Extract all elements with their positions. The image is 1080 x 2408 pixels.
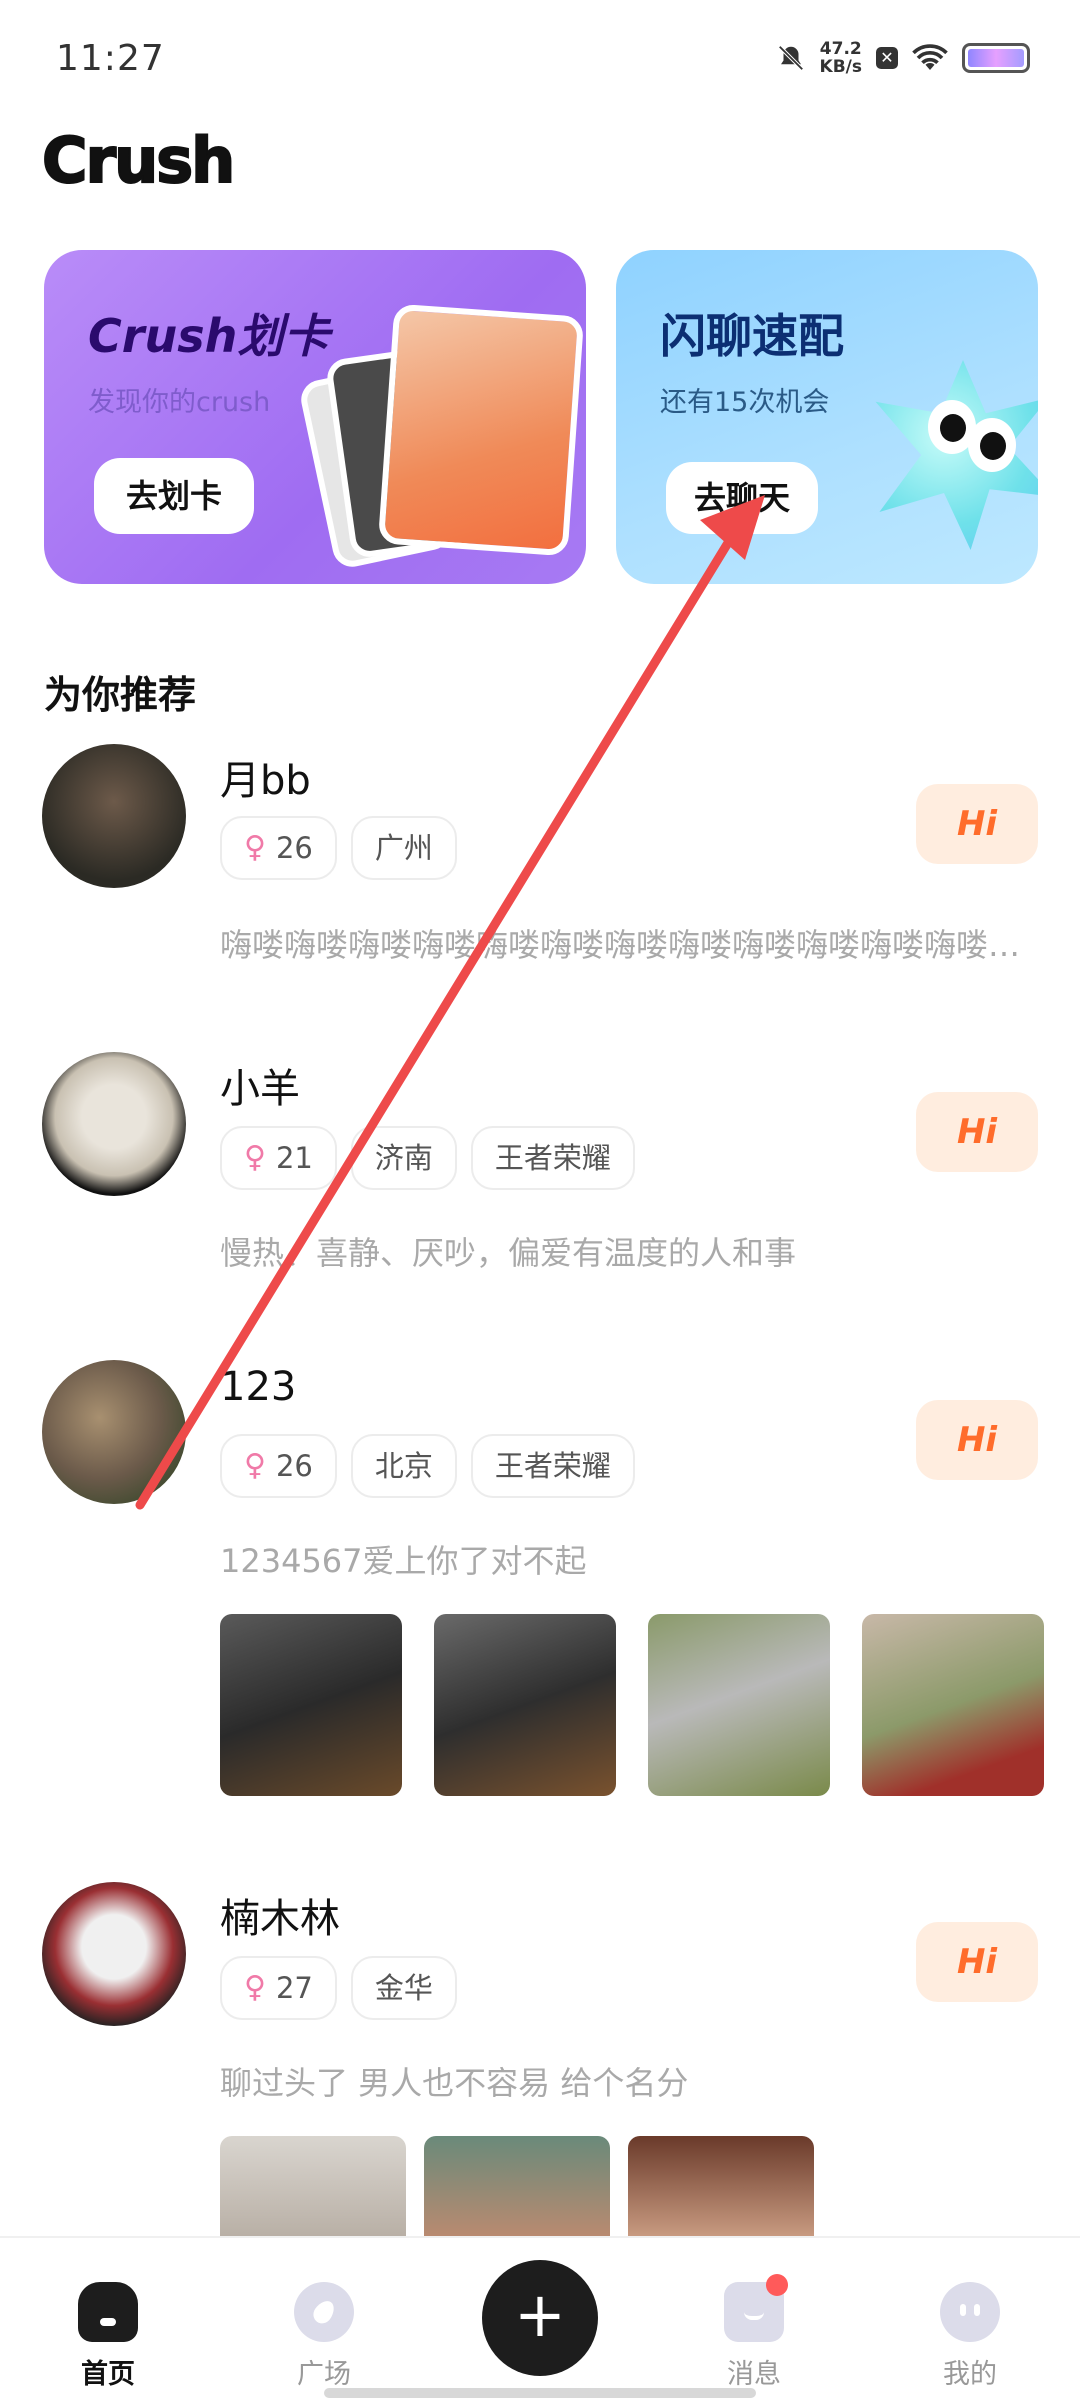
avatar[interactable]	[42, 744, 186, 888]
bell-off-icon	[777, 45, 804, 71]
flash-chat-card[interactable]: 闪聊速配 还有15次机会 去聊天	[616, 250, 1038, 584]
tag-row: ♀ 21 济南 王者荣耀	[220, 1126, 635, 1190]
age-value: 21	[275, 1141, 313, 1175]
location-tag: 济南	[350, 1126, 457, 1190]
female-icon: ♀	[244, 1970, 266, 2005]
age-tag: ♀ 26	[220, 1434, 337, 1498]
user-name: 123	[220, 1364, 297, 1410]
wifi-icon	[912, 44, 948, 70]
post-photo[interactable]	[424, 2136, 610, 2236]
add-button[interactable]: +	[482, 2260, 598, 2376]
user-bio: 慢热、喜静、厌吵，偏爱有温度的人和事	[220, 1234, 797, 1272]
swipe-card-subtitle: 发现你的crush	[88, 387, 271, 418]
nav-home[interactable]: 首页	[48, 2282, 168, 2391]
nav-messages[interactable]: 消息	[694, 2274, 814, 2391]
status-bar: 11:27 47.2 KB/s ✕	[0, 0, 1080, 120]
female-icon: ♀	[244, 1140, 266, 1175]
age-value: 26	[275, 1449, 313, 1483]
age-tag: ♀ 21	[220, 1126, 337, 1190]
location-tag: 广州	[350, 816, 457, 880]
user-name: 小羊	[220, 1066, 300, 1112]
nav-mine[interactable]: 我的	[910, 2282, 1030, 2391]
user-name: 楠木林	[220, 1896, 340, 1942]
user-bio: 聊过头了 男人也不容易 给个名分	[220, 2064, 689, 2102]
photo-row	[220, 2136, 814, 2236]
avatar[interactable]	[42, 1882, 186, 2026]
post-photo[interactable]	[862, 1614, 1044, 1796]
post-photo[interactable]	[628, 2136, 814, 2236]
close-box-icon: ✕	[876, 47, 898, 69]
flash-chat-title: 闪聊速配	[660, 309, 844, 363]
location-tag: 北京	[350, 1434, 457, 1498]
logo-text: Crush	[41, 123, 236, 198]
home-indicator	[324, 2388, 756, 2398]
user-name: 月bb	[220, 758, 311, 804]
square-icon	[294, 2282, 354, 2342]
app-logo: Crush	[41, 123, 236, 198]
net-speed-value: 47.2	[819, 39, 862, 59]
swipe-card-title: Crush划卡	[88, 309, 330, 363]
avatar[interactable]	[42, 1360, 186, 1504]
user-bio: 1234567爱上你了对不起	[220, 1542, 587, 1580]
female-icon: ♀	[244, 830, 266, 865]
net-speed: 47.2 KB/s	[820, 40, 862, 76]
status-icons: 47.2 KB/s ✕	[776, 40, 1030, 76]
nav-mine-label: 我的	[943, 2359, 997, 2390]
star-mascot-icon	[868, 360, 1038, 550]
tag-row: ♀ 26 北京 王者荣耀	[220, 1434, 635, 1498]
hi-button[interactable]: Hi	[916, 1400, 1038, 1480]
hi-button[interactable]: Hi	[916, 784, 1038, 864]
post-photo[interactable]	[434, 1614, 616, 1796]
net-speed-unit: KB/s	[819, 57, 862, 77]
nav-home-label: 首页	[81, 2359, 135, 2390]
tag-row: ♀ 27 金华	[220, 1956, 457, 2020]
status-time: 11:27	[56, 38, 165, 79]
interest-tag: 王者荣耀	[470, 1126, 635, 1190]
age-tag: ♀ 26	[220, 816, 337, 880]
hi-button[interactable]: Hi	[916, 1092, 1038, 1172]
nav-messages-label: 消息	[727, 2359, 781, 2390]
photo-row	[220, 1614, 1044, 1796]
post-photo[interactable]	[220, 1614, 402, 1796]
go-swipe-button[interactable]: 去划卡	[94, 458, 255, 534]
home-icon	[78, 2282, 138, 2342]
recommend-title: 为你推荐	[44, 673, 197, 717]
interest-tag: 王者荣耀	[470, 1434, 635, 1498]
age-value: 27	[275, 1971, 313, 2005]
flash-chat-subtitle: 还有15次机会	[660, 387, 830, 418]
user-bio: 嗨喽嗨喽嗨喽嗨喽嗨喽嗨喽嗨喽嗨喽嗨喽嗨喽嗨喽嗨喽嗨喽嗨喽	[220, 926, 1030, 964]
post-photo[interactable]	[648, 1614, 830, 1796]
avatar[interactable]	[42, 1052, 186, 1196]
go-chat-button[interactable]: 去聊天	[666, 462, 819, 534]
message-icon	[724, 2274, 788, 2342]
photo-stack-image	[297, 303, 585, 571]
swipe-card[interactable]: Crush划卡 发现你的crush 去划卡	[44, 250, 586, 584]
age-tag: ♀ 27	[220, 1956, 337, 2020]
age-value: 26	[275, 831, 313, 865]
bottom-nav: 首页 广场 + 消息 我的	[0, 2236, 1080, 2408]
nav-square-label: 广场	[297, 2359, 351, 2390]
battery-icon	[962, 43, 1030, 73]
tag-row: ♀ 26 广州	[220, 816, 457, 880]
post-photo[interactable]	[220, 2136, 406, 2236]
female-icon: ♀	[244, 1448, 266, 1483]
location-tag: 金华	[350, 1956, 457, 2020]
hi-button[interactable]: Hi	[916, 1922, 1038, 2002]
nav-square[interactable]: 广场	[264, 2282, 384, 2391]
profile-icon	[940, 2282, 1000, 2342]
